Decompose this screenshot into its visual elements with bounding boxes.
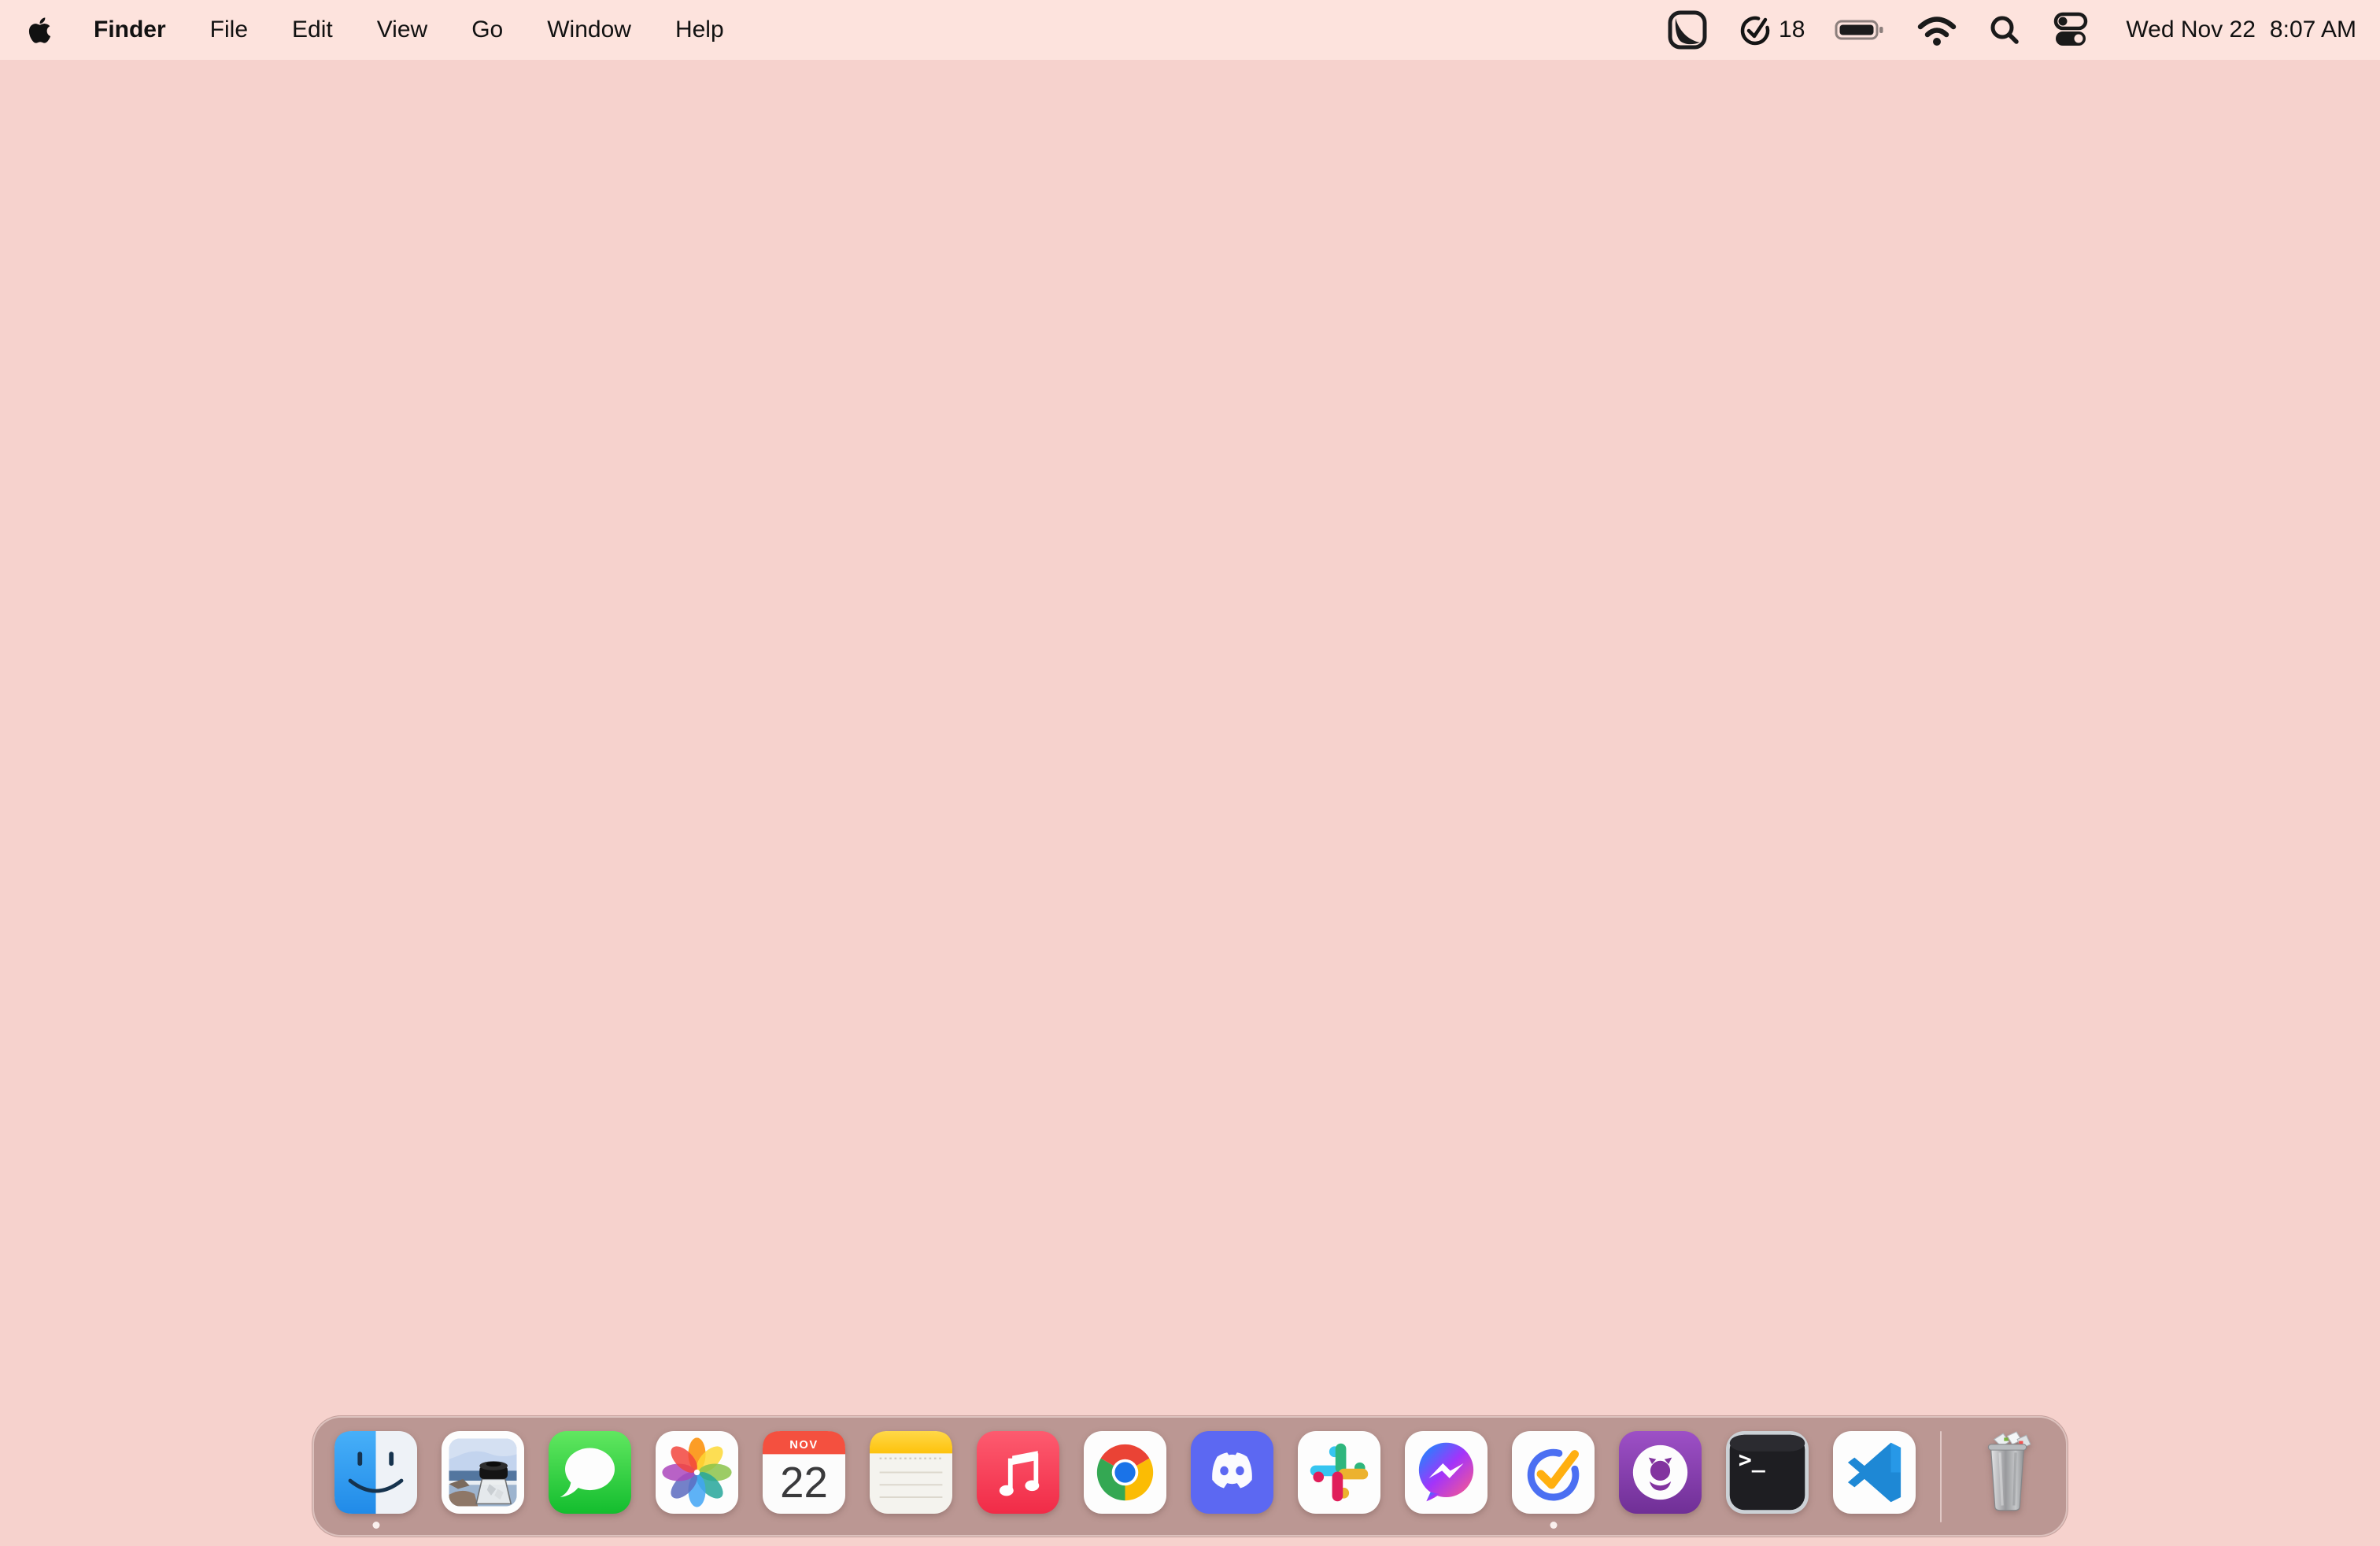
- dock-item-ticktick[interactable]: [1512, 1431, 1595, 1529]
- menu-go[interactable]: Go: [471, 17, 503, 43]
- apple-logo-icon: [28, 17, 51, 43]
- menu-view[interactable]: View: [377, 17, 427, 43]
- ticktick-menu-extra[interactable]: 18: [1738, 12, 1805, 48]
- discord-icon: [1191, 1431, 1273, 1514]
- battery-icon: [1835, 20, 1883, 40]
- dock-item-music[interactable]: [977, 1431, 1059, 1514]
- dock-divider: [1940, 1430, 1942, 1522]
- battery-status[interactable]: [1835, 18, 1885, 42]
- messages-icon: [549, 1431, 631, 1514]
- clock-date: Wed Nov 22: [2126, 17, 2256, 43]
- control-center-icon: [2054, 12, 2088, 46]
- terminal-prompt-glyph: >_: [1739, 1447, 1766, 1473]
- menu-edit[interactable]: Edit: [292, 17, 333, 43]
- dock-item-messages[interactable]: [549, 1431, 631, 1514]
- wifi-icon: [1918, 17, 1957, 46]
- github-icon: [1619, 1431, 1702, 1514]
- slack-icon: [1298, 1431, 1380, 1514]
- dock-item-discord[interactable]: [1191, 1431, 1273, 1514]
- running-indicator: [372, 1522, 379, 1529]
- chrome-icon: [1084, 1431, 1166, 1514]
- finder-icon: [334, 1431, 417, 1514]
- dock-item-slack[interactable]: [1298, 1431, 1380, 1514]
- terminal-icon: >_: [1726, 1431, 1809, 1514]
- clock-time: 8:07 AM: [2269, 17, 2356, 43]
- control-center[interactable]: [2050, 9, 2091, 50]
- app-menu-finder[interactable]: Finder: [94, 17, 166, 43]
- calendar-icon: NOV 22: [763, 1431, 845, 1514]
- apple-menu[interactable]: [28, 16, 51, 45]
- menu-help[interactable]: Help: [675, 17, 724, 43]
- menu-extra-app[interactable]: [1667, 9, 1708, 50]
- dock-item-finder[interactable]: [334, 1431, 417, 1529]
- photos-icon: [656, 1431, 738, 1514]
- search-icon: [1990, 16, 2020, 44]
- wifi-status[interactable]: [1915, 13, 1959, 46]
- dock-item-chrome[interactable]: [1084, 1431, 1166, 1514]
- trash-full-icon: [1987, 1431, 2031, 1511]
- dock-item-terminal[interactable]: >_: [1726, 1431, 1809, 1514]
- ticktick-badge-count: 18: [1779, 17, 1805, 43]
- peel-ribbon-icon: [1668, 10, 1707, 50]
- dock-item-calendar[interactable]: NOV 22: [763, 1431, 845, 1514]
- ticktick-icon: [1512, 1431, 1595, 1514]
- dock-item-messenger[interactable]: [1405, 1431, 1488, 1514]
- notes-icon: [870, 1431, 952, 1514]
- menu-bar-clock[interactable]: Wed Nov 22 8:07 AM: [2126, 17, 2356, 43]
- calendar-month-label: NOV: [789, 1439, 819, 1452]
- dock-item-preview[interactable]: [442, 1431, 524, 1514]
- dock-item-github[interactable]: [1619, 1431, 1702, 1514]
- messenger-icon: [1405, 1431, 1488, 1514]
- dock: NOV 22 >_: [312, 1416, 2068, 1537]
- dock-item-notes[interactable]: [870, 1431, 952, 1514]
- dock-item-trash[interactable]: [1966, 1431, 2049, 1514]
- menu-file[interactable]: File: [210, 17, 248, 43]
- spotlight[interactable]: [1989, 14, 2020, 46]
- running-indicator: [1550, 1522, 1557, 1529]
- menu-window[interactable]: Window: [547, 17, 631, 43]
- music-icon: [977, 1431, 1059, 1514]
- preview-icon: [442, 1431, 524, 1514]
- calendar-day-label: 22: [780, 1459, 828, 1507]
- vscode-icon: [1833, 1431, 1916, 1514]
- menu-bar: Finder File Edit View Go Window Help 18: [0, 0, 2380, 60]
- dock-item-photos[interactable]: [656, 1431, 738, 1514]
- dock-item-vscode[interactable]: [1833, 1431, 1916, 1514]
- circle-check-icon: [1740, 16, 1770, 46]
- desktop: { "colors": { "desktop_bg": "#f6d2cd", "…: [0, 0, 2380, 1546]
